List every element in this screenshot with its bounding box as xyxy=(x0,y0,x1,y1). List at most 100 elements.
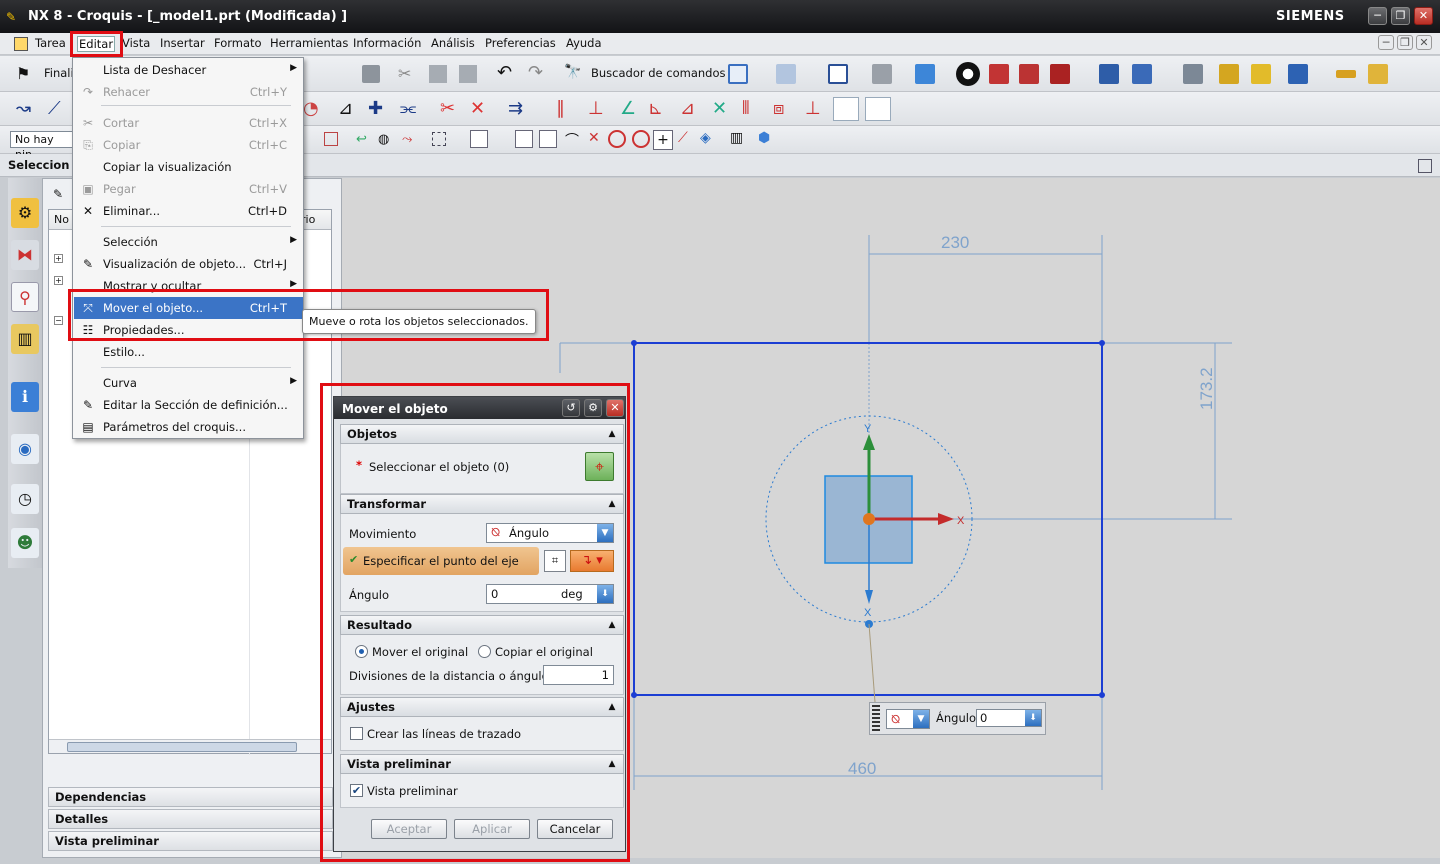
trim-icon[interactable]: ✂ xyxy=(440,98,455,119)
constraint-icon-1[interactable]: ∥ xyxy=(556,98,565,119)
roles-icon[interactable]: ☻ xyxy=(11,528,39,558)
auto-constraint-icon[interactable] xyxy=(833,97,859,121)
sel-icon-2[interactable]: ↩ xyxy=(356,132,367,147)
paste-icon[interactable] xyxy=(459,65,477,83)
constraint-icon-5[interactable]: ⊿ xyxy=(680,98,695,119)
menu-formato[interactable]: Formato xyxy=(214,36,262,50)
redo-icon[interactable]: ↷ xyxy=(528,62,543,83)
collapse-icon[interactable]: − xyxy=(54,316,63,325)
angle-popup-input[interactable]: 0 ⬇ xyxy=(976,709,1042,727)
menu-item[interactable]: Curva ▶ xyxy=(74,372,303,394)
tool-icon-2[interactable] xyxy=(1251,64,1271,84)
box-icon-3[interactable] xyxy=(1050,64,1070,84)
menu-item[interactable]: Selección ▶ xyxy=(74,231,303,253)
tool-icon-1[interactable] xyxy=(1219,64,1239,84)
menu-informacion[interactable]: Información xyxy=(353,36,421,50)
sel-icon-4[interactable]: ⤳ xyxy=(402,132,412,147)
wcs-icon[interactable] xyxy=(1099,64,1119,84)
undo-icon[interactable]: ↶ xyxy=(497,62,512,83)
constraint-icon-7[interactable]: ⫴ xyxy=(742,98,750,119)
snap-point-icon-1[interactable] xyxy=(470,130,488,148)
snap-end-icon[interactable] xyxy=(515,130,533,148)
horizontal-scrollbar[interactable] xyxy=(49,739,331,753)
copy-icon[interactable] xyxy=(429,65,447,83)
history-icon[interactable]: ◷ xyxy=(11,484,39,514)
snap-bounded-icon[interactable]: ▥ xyxy=(730,130,743,146)
sel-icon-1[interactable] xyxy=(324,132,338,146)
snap-control-icon[interactable]: ⌒ xyxy=(565,130,579,150)
reuse-library-icon[interactable]: ▥ xyxy=(11,324,39,354)
constraint-icon-9[interactable]: ⊥ xyxy=(805,98,821,119)
cut-icon[interactable]: ✂ xyxy=(398,64,411,83)
doc-restore-button[interactable]: ❐ xyxy=(1397,35,1413,50)
menu-item[interactable]: Lista de Deshacer ▶ xyxy=(74,59,303,81)
measure-icon[interactable] xyxy=(1336,70,1356,78)
menu-ayuda[interactable]: Ayuda xyxy=(566,36,602,50)
offset-icon[interactable]: ⫘ xyxy=(400,98,416,119)
constraint-icon-8[interactable]: ⧈ xyxy=(773,98,784,119)
constraint-icon-3[interactable]: ∠ xyxy=(620,98,636,119)
info-icon[interactable]: ℹ xyxy=(11,382,39,412)
orient-wcs-icon[interactable] xyxy=(1132,64,1152,84)
expand-icon[interactable]: + xyxy=(54,254,63,263)
details-section[interactable]: Detalles xyxy=(48,809,333,829)
box-icon-1[interactable] xyxy=(989,64,1009,84)
shaded-view-icon[interactable] xyxy=(915,64,935,84)
command-finder-icon[interactable]: 🔭 xyxy=(564,64,581,80)
tool-icon-3[interactable] xyxy=(1288,64,1308,84)
line-icon[interactable]: ⟋ xyxy=(48,98,61,119)
restore-button[interactable]: ❐ xyxy=(1391,7,1410,25)
menu-herramientas[interactable]: Herramientas xyxy=(270,36,348,50)
fit-view-icon[interactable] xyxy=(828,64,848,84)
command-finder-label[interactable]: Buscador de comandos xyxy=(591,66,726,80)
menu-preferencias[interactable]: Preferencias xyxy=(485,36,556,50)
menu-item[interactable]: ▤ Parámetros del croquis... xyxy=(74,416,303,438)
fillet-icon[interactable]: ◔ xyxy=(303,98,319,119)
menu-vista[interactable]: Vista xyxy=(122,36,150,50)
constraint-icon-4[interactable]: ⊾ xyxy=(648,98,663,119)
angle-popup-value[interactable]: 0 xyxy=(980,711,987,725)
constraint-navigator-icon[interactable]: ⧓ xyxy=(11,240,39,270)
pattern-icon[interactable]: ⇉ xyxy=(508,98,523,119)
menu-insertar[interactable]: Insertar xyxy=(160,36,205,50)
analysis-icon[interactable] xyxy=(1368,64,1388,84)
snap-intersect-icon[interactable]: ✕ xyxy=(588,130,600,146)
finish-sketch-label[interactable]: Finali xyxy=(44,66,74,80)
snap-face-icon[interactable]: ◈ xyxy=(700,130,711,146)
snap-mid-icon[interactable] xyxy=(539,130,557,148)
snap-point-icon-2[interactable] xyxy=(492,130,510,148)
finish-sketch-icon[interactable]: ⚑ xyxy=(16,64,30,83)
chamfer-icon[interactable]: ⊿ xyxy=(338,98,353,119)
doc-minimize-button[interactable]: ─ xyxy=(1378,35,1394,50)
layer-icon[interactable] xyxy=(1183,64,1203,84)
snap-body-icon[interactable]: ⬢ xyxy=(758,130,770,146)
view-orient-icon[interactable] xyxy=(872,64,892,84)
menu-item[interactable]: ⎘ Copiar Ctrl+C xyxy=(74,134,303,156)
menu-tarea[interactable]: Tarea xyxy=(35,36,66,50)
close-button[interactable]: ✕ xyxy=(1414,7,1433,25)
dependencies-section[interactable]: Dependencias xyxy=(48,787,333,807)
render-style-icon[interactable] xyxy=(956,62,980,86)
menu-item[interactable]: Estilo... xyxy=(74,341,303,363)
drag-handle[interactable] xyxy=(872,705,880,733)
pin-icon[interactable]: ✎ xyxy=(53,187,63,201)
preview-section[interactable]: Vista preliminar xyxy=(48,831,333,851)
menu-item[interactable]: ↷ Rehacer Ctrl+Y xyxy=(74,81,303,103)
menu-item[interactable]: ✎ Editar la Sección de definición... xyxy=(74,394,303,416)
menu-item[interactable]: ✂ Cortar Ctrl+X xyxy=(74,112,303,134)
type-filter-dropdown[interactable]: No hay nin xyxy=(10,131,74,161)
box-icon-2[interactable] xyxy=(1019,64,1039,84)
show-constraints-icon[interactable] xyxy=(865,97,891,121)
menu-item[interactable]: ✕ Eliminar... Ctrl+D xyxy=(74,200,303,222)
rect-select-icon[interactable] xyxy=(432,132,446,146)
minimize-button[interactable]: ─ xyxy=(1368,7,1387,25)
scrollbar-thumb[interactable] xyxy=(67,742,297,752)
menu-item[interactable]: ▣ Pegar Ctrl+V xyxy=(74,178,303,200)
fullscreen-icon[interactable] xyxy=(1418,159,1432,173)
snap-existing-icon[interactable]: + xyxy=(653,130,673,150)
constraint-icon-2[interactable]: ⊥ xyxy=(588,98,604,119)
expand-icon[interactable]: + xyxy=(54,276,63,285)
menu-analisis[interactable]: Análisis xyxy=(431,36,475,50)
extend-icon[interactable]: ✕ xyxy=(470,98,485,119)
part-navigator-icon[interactable]: ⚲ xyxy=(11,282,39,312)
